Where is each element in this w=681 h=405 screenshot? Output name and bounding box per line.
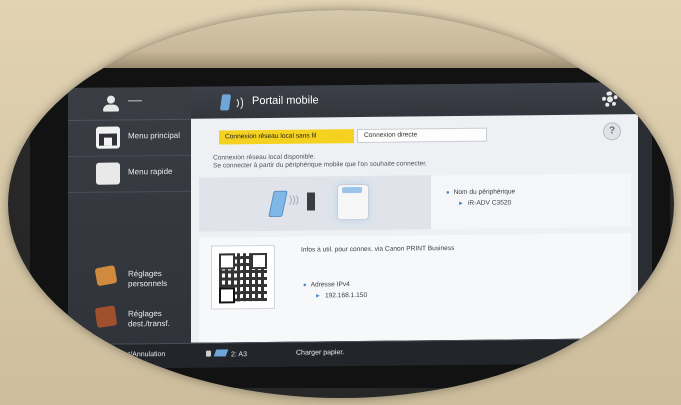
users-icon [96, 162, 120, 185]
connection-diagram: ))) ● Nom du périphérique ► iR-ADV C3520 [199, 173, 631, 232]
ipv4-label: Adresse IPv4 [310, 281, 350, 289]
printer-shelf [8, 10, 674, 68]
user-icon [102, 95, 120, 112]
access-point-icon [307, 192, 315, 211]
info-line2: Se connecter à partir du périphérique mo… [213, 160, 427, 170]
lock-icon [206, 350, 211, 357]
personal-settings-icon [94, 264, 118, 287]
device-name-label: Nom du périphérique [453, 188, 516, 197]
sidebar-item-label: Menu rapide [128, 166, 173, 177]
page-title: Portail mobile [252, 94, 319, 108]
ipv4-label-row: ● Adresse IPv4 [303, 281, 350, 288]
gear-icon[interactable] [602, 91, 618, 108]
label-line1: Réglages [128, 309, 162, 319]
qr-code [211, 244, 275, 310]
sidebar-item-menu-principal[interactable]: Menu principal [68, 118, 191, 158]
user-area[interactable] [68, 86, 191, 122]
mobile-portal-icon [219, 92, 245, 112]
device-name-label-row: ● Nom du périphérique [446, 188, 515, 196]
sidebar-item-label: Réglages dest./transf. [128, 309, 170, 329]
main-content: Connexion réseau local sans fil Connexio… [191, 114, 638, 343]
label-line1: Réglages [128, 269, 162, 279]
app-connection-panel: Infos à util. pour connex. via Canon PRI… [199, 233, 631, 343]
paper-tray-icon [213, 349, 229, 357]
ipv4-value: 192.168.1.150 [324, 291, 368, 300]
bullet-icon: ● [303, 282, 307, 289]
help-icon[interactable]: ? [603, 122, 621, 141]
status-cancel-button[interactable]: Moni statut/Annulation [96, 351, 165, 359]
home-icon [96, 126, 120, 149]
paper-tray-status: 2: A3 [206, 349, 247, 358]
label-line2: dest./transf. [128, 318, 170, 329]
tab-wireless-lan[interactable]: Connexion réseau local sans fil [219, 129, 354, 145]
device-panel-photo: Menu principal Menu rapide Réglages pers… [8, 10, 674, 398]
bullet-icon: ● [446, 190, 450, 197]
title-bar: Portail mobile [191, 81, 652, 119]
sidebar-item-label: Réglages personnels [128, 269, 167, 289]
sidebar-item-reglages-personnels[interactable]: Réglages personnels [68, 259, 191, 304]
device-name-value: iR-ADV C3520 [467, 199, 512, 207]
tray-label: 2: A3 [231, 351, 247, 359]
destination-settings-icon [94, 305, 118, 329]
info-line1: Connexion réseau local disponible. [213, 153, 316, 162]
arrow-icon: ► [458, 200, 464, 207]
smartphone-icon [268, 190, 288, 217]
sidebar-item-label: Menu principal [128, 130, 181, 141]
sidebar: Menu principal Menu rapide Réglages pers… [68, 86, 192, 345]
device-info: ● Nom du périphérique ► iR-ADV C3520 [431, 173, 631, 230]
user-name-placeholder [128, 100, 142, 102]
canon-print-info: Infos à util. pour connex. via Canon PRI… [301, 245, 455, 254]
sidebar-item-reglages-dest[interactable]: Réglages dest./transf. [68, 299, 191, 344]
ipv4-value-row: ► 192.168.1.150 [315, 292, 367, 300]
arrow-icon: ► [315, 293, 321, 300]
wireless-icon: ))) [289, 194, 299, 206]
tab-direct-connection[interactable]: Connexion directe [357, 127, 487, 144]
diagram-illustration: ))) [259, 181, 409, 225]
sidebar-item-menu-rapide[interactable]: Menu rapide [68, 154, 191, 194]
device-name-value-row: ► iR-ADV C3520 [458, 199, 511, 207]
connection-info: Connexion réseau local disponible. Se co… [213, 152, 427, 170]
touch-screen: Menu principal Menu rapide Réglages pers… [68, 81, 652, 370]
label-line2: personnels [128, 279, 168, 289]
printer-icon [337, 183, 369, 221]
status-message: Charger papier. [296, 349, 345, 357]
